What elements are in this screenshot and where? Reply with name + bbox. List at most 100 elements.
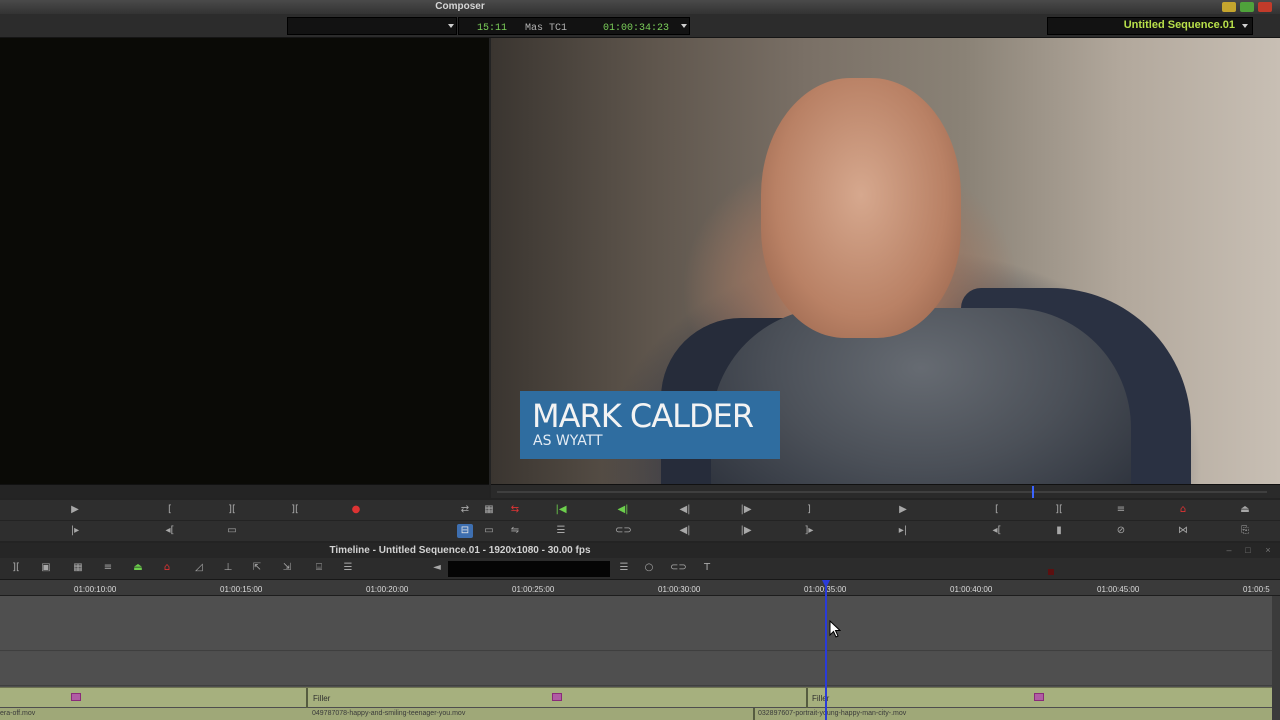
timecode-display[interactable]: 15:11 Mas TC1 01:00:34:23 [458,17,690,35]
video-track[interactable]: Filler Filler [0,687,1272,708]
edit-point[interactable] [306,688,308,708]
link-icon[interactable]: ⊂⊃ [670,561,687,575]
maximize-icon[interactable]: □ [1243,546,1253,555]
playhead[interactable] [825,580,827,720]
clip-indicator [1048,569,1054,575]
record-timecode: 01:00:34:23 [603,23,670,34]
duration-readout: 15:11 [477,23,508,34]
mouse-pointer-icon [829,620,841,638]
timecode-ruler[interactable]: 01:00:10:00 01:00:15:00 01:00:20:00 01:0… [0,580,1280,596]
mark-in-icon[interactable]: [ [989,503,1005,517]
edit-point[interactable] [753,708,755,720]
mark-in-icon[interactable]: [ [162,503,178,517]
mark-out-icon[interactable]: ] [801,503,817,517]
effect-icon [552,693,562,701]
composer-titlebar: Composer [0,0,1280,14]
menu-icon[interactable]: ☰ [340,561,356,575]
minimize-button[interactable] [1222,2,1236,12]
copy-icon[interactable]: ⎘ [1237,524,1253,538]
overwrite-icon[interactable]: ⏏ [1237,503,1253,517]
clip-name: 032897607-portrait-young-happy-man-city-… [758,710,907,717]
lift-icon[interactable]: ≡ [100,561,116,575]
close-icon[interactable]: × [1263,546,1273,555]
sync-icon[interactable]: ⇄ [457,503,473,517]
step-back-10-icon[interactable]: ◀| [677,524,693,538]
sequence-name: Untitled Sequence.01 [1123,19,1235,31]
step-forward-10-icon[interactable]: |▶ [738,524,754,538]
list-icon[interactable]: ☰ [553,524,569,538]
record-position-bar[interactable] [491,484,1280,498]
chevron-down-icon [448,24,454,28]
edit-point[interactable] [806,688,808,708]
ruler-tick-label: 01:00:40:00 [950,585,993,594]
mark-clip-icon[interactable]: ][ [8,561,24,575]
effect-icon [71,693,81,701]
speaker-icon[interactable]: ◄ [429,561,445,575]
empty-track[interactable] [0,652,1272,686]
play-icon[interactable]: ▶ [895,503,911,517]
go-to-in-icon[interactable]: ◂[ [989,524,1005,538]
slip-icon[interactable]: ⊥ [220,561,236,575]
trim-icon[interactable]: ◿ [191,561,207,575]
step-forward-icon[interactable]: |▶ [738,503,754,517]
clip-name: 049787078-happy-and-smiling-teenager-you… [312,710,466,717]
monitor-controls-row-2: |▸ ◂[ ▭ ⊟ ▭ ⇋ ☰ ⊂⊃ ◀| |▶ ]▸ ▸| ◂[ ▮ ⊘ ⋈ … [0,521,1280,541]
track-readout: Mas TC1 [525,23,568,34]
mark-out-icon[interactable]: ][ [287,503,303,517]
position-indicator[interactable] [1032,486,1034,498]
minimize-icon[interactable]: – [1224,546,1234,555]
swap-icon[interactable]: ⇋ [507,524,523,538]
record-monitor[interactable]: MARK CALDER AS WYATT [491,38,1280,484]
lift-icon[interactable]: ≡ [1113,503,1129,517]
text-tool-icon[interactable]: T [699,561,715,575]
play-icon[interactable]: ▶ [67,503,83,517]
chevron-down-icon [1242,24,1248,28]
ruler-tick-label: 01:00:45:00 [1097,585,1140,594]
timeline-tracks[interactable]: Filler Filler era-off.mov 049787078-happ… [0,596,1280,720]
maximize-button[interactable] [1240,2,1254,12]
match-icon[interactable]: ⋈ [1175,524,1191,538]
no-edit-icon[interactable]: ⊘ [1113,524,1129,538]
lower-third-role: AS WYATT [533,433,603,449]
source-clip-menu[interactable] [287,17,457,35]
timeline-toolbar: ][ ▣ ▦ ≡ ⏏ ⌂ ◿ ⊥ ⇱ ⇲ ⌸ ☰ ◄ ☰ ○ ⊂⊃ T [0,558,1280,580]
go-to-next-icon[interactable]: ▸| [895,524,911,538]
record-circle-icon[interactable]: ○ [641,561,657,575]
mark-clip-icon[interactable]: ][ [224,503,240,517]
close-button[interactable] [1258,2,1272,12]
source-position-bar[interactable] [0,484,489,498]
record-icon[interactable]: ● [348,503,364,517]
segment-icon[interactable]: ▣ [38,561,54,575]
timeline-title: Timeline - Untitled Sequence.01 - 1920x1… [329,545,591,556]
ruler-tick-label: 01:00:30:00 [658,585,701,594]
mark-out-icon[interactable]: ][ [1051,503,1067,517]
bin-icon[interactable]: ⌸ [311,561,327,575]
add-edit-icon[interactable]: ▮ [1051,524,1067,538]
chevron-down-icon [681,24,687,28]
clip-icon[interactable]: ▭ [224,524,240,538]
composer-header: 15:11 Mas TC1 01:00:34:23 Untitled Seque… [0,14,1280,38]
empty-track[interactable] [0,596,1272,651]
play-loop-icon[interactable]: |▸ [67,524,83,538]
match-frame-icon[interactable]: ◀| [615,503,631,517]
vertical-scrollbar[interactable] [1272,596,1280,720]
trim-icon[interactable]: ⇆ [507,503,523,517]
link-icon[interactable]: ⊂⊃ [615,524,632,538]
source-monitor[interactable] [0,38,489,484]
clip-track[interactable]: era-off.mov 049787078-happy-and-smiling-… [0,708,1272,720]
tail-icon[interactable]: ⇲ [279,561,295,575]
position-track [497,491,1267,493]
list-icon[interactable]: ☰ [616,561,632,575]
splice-icon[interactable]: ⏏ [130,561,146,575]
grid-icon[interactable]: ▦ [70,561,86,575]
mark-in-green-icon[interactable]: |◀ [553,503,569,517]
go-to-out-icon[interactable]: ]▸ [801,524,817,538]
extract-icon[interactable]: ⌂ [1175,503,1191,517]
go-to-in-icon[interactable]: ◂[ [162,524,178,538]
overwrite-icon[interactable]: ⌂ [159,561,175,575]
step-back-icon[interactable]: ◀| [677,503,693,517]
top-icon[interactable]: ⇱ [249,561,265,575]
source-record-icon[interactable]: ⊟ [457,524,473,538]
grid-icon[interactable]: ▦ [481,503,497,517]
toggle-icon[interactable]: ▭ [481,524,497,538]
